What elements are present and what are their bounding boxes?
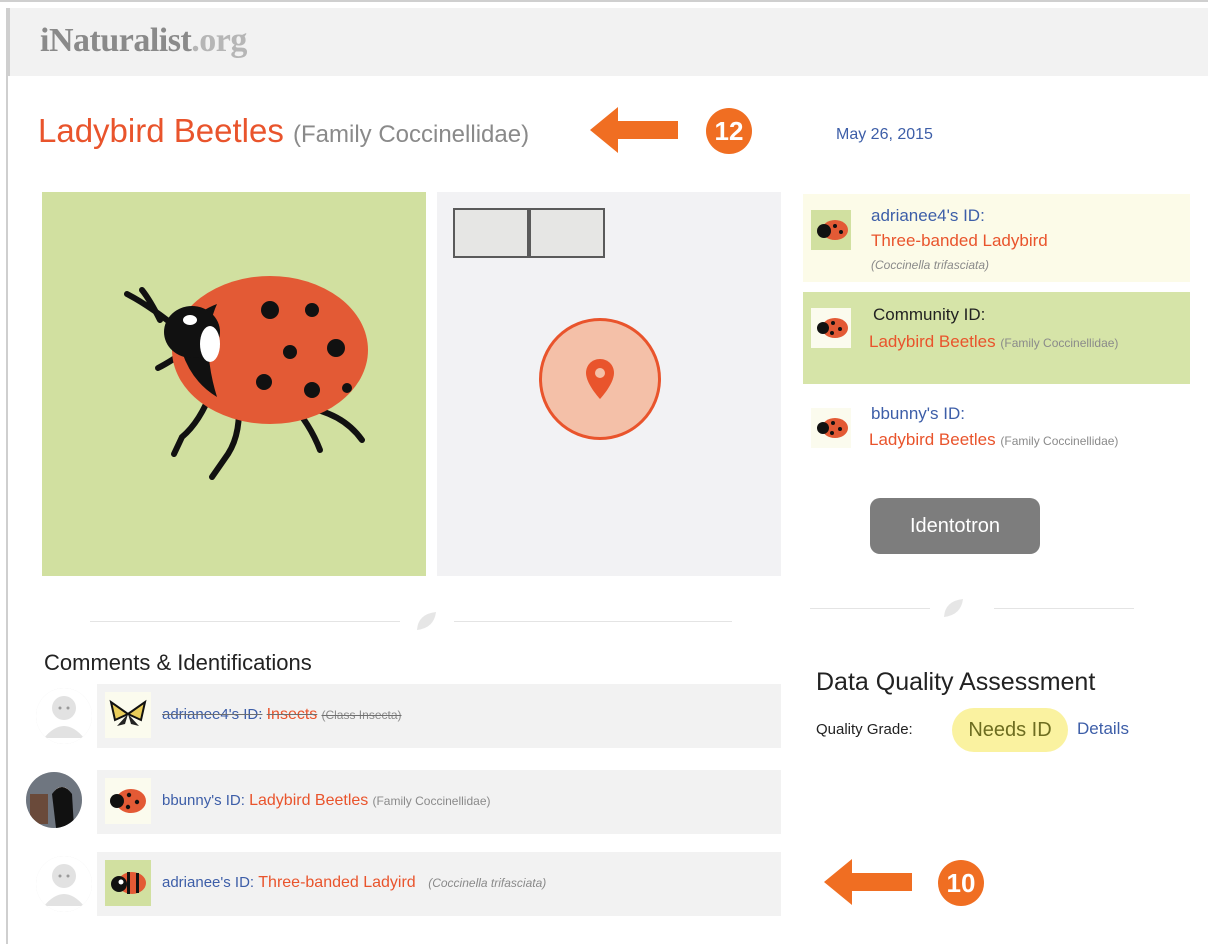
community-id-taxon[interactable]: Ladybird Beetles (Family Coccinellidae) — [869, 332, 1118, 352]
observation-date: May 26, 2015 — [836, 126, 933, 143]
comment-id-text: bbunny's ID: Ladybird Beetles (Family Co… — [162, 792, 490, 810]
section-divider — [90, 621, 400, 622]
callout-arrow-icon — [590, 107, 678, 153]
comment-row[interactable]: adrianee4's ID: Insects (Class Insecta) — [97, 684, 781, 748]
quality-grade-label: Quality Grade: — [816, 721, 913, 738]
comment-row[interactable]: bbunny's ID: Ladybird Beetles (Family Co… — [97, 770, 781, 834]
leaf-divider-icon — [417, 612, 436, 630]
data-quality-heading: Data Quality Assessment — [816, 668, 1096, 696]
section-divider — [994, 608, 1134, 609]
community-id-taxon-name: Ladybird Beetles — [869, 332, 996, 351]
identotron-button[interactable]: Identotron — [870, 498, 1040, 554]
map-layer-toggle-satellite[interactable] — [529, 208, 605, 258]
id-taxon-rank: (Family Coccinellidae) — [1000, 434, 1119, 448]
identification-card-adrianee4[interactable]: adrianee4's ID: Three-banded Ladybird (C… — [803, 194, 1190, 282]
callout-badge-12: 12 — [706, 108, 752, 154]
default-avatar-icon[interactable] — [36, 688, 92, 744]
window-frame-top — [0, 0, 1208, 8]
comment-user[interactable]: adrianee's ID: — [162, 874, 254, 891]
observation-photo[interactable] — [42, 192, 426, 576]
section-divider — [454, 621, 732, 622]
comment-taxon-rank: (Family Coccinellidae) — [372, 794, 491, 808]
ladybug-illustration-icon — [124, 276, 368, 480]
community-id-rank: (Family Coccinellidae) — [1000, 336, 1119, 350]
observation-taxon-rank: (Family Coccinellidae) — [293, 121, 530, 148]
comment-id-text: adrianee's ID: Three-banded Ladyird (Coc… — [162, 874, 546, 892]
user-photo-avatar[interactable] — [26, 772, 82, 828]
comment-taxon[interactable]: Three-banded Ladyird — [258, 874, 415, 891]
observation-taxon-name: Ladybird Beetles — [38, 112, 284, 149]
id-taxon-name[interactable]: Three-banded Ladybird — [871, 231, 1048, 251]
window-frame-left — [6, 8, 8, 944]
comment-taxon-scientific: (Coccinella trifasciata) — [428, 876, 547, 890]
swallowtail-butterfly-icon — [105, 692, 151, 738]
id-user-label[interactable]: adrianee4's ID: — [871, 206, 985, 226]
leaf-divider-icon — [944, 599, 963, 617]
comments-heading: Comments & Identifications — [44, 650, 312, 675]
community-id-card[interactable]: Community ID: Ladybird Beetles (Family C… — [803, 292, 1190, 384]
map-layer-toggle-street[interactable] — [453, 208, 529, 258]
id-taxon[interactable]: Ladybird Beetles (Family Coccinellidae) — [869, 430, 1118, 450]
ladybug-icon — [105, 778, 151, 824]
ladybug-thumbnail-icon — [811, 308, 851, 348]
callout-arrow-icon — [824, 859, 912, 905]
id-scientific-name: (Coccinella trifasciata) — [871, 258, 990, 272]
logo-main-text: iNaturalist — [40, 22, 192, 59]
id-user-label[interactable]: bbunny's ID: — [871, 404, 965, 424]
comment-id-text: adrianee4's ID: Insects (Class Insecta) — [162, 706, 402, 724]
section-divider — [810, 608, 930, 609]
default-avatar-icon[interactable] — [36, 856, 92, 912]
comment-user[interactable]: adrianee4's ID: — [162, 706, 262, 723]
inaturalist-logo[interactable]: iNaturalist.org — [40, 22, 247, 60]
observation-title: Ladybird Beetles (Family Coccinellidae) — [38, 112, 529, 150]
location-accuracy-circle — [539, 318, 661, 440]
comment-taxon[interactable]: Ladybird Beetles — [249, 792, 368, 809]
quality-details-link[interactable]: Details — [1077, 719, 1129, 739]
ladybird-thumbnail-icon — [811, 210, 851, 250]
ladybug-thumbnail-icon — [811, 408, 851, 448]
community-id-label: Community ID: — [873, 305, 986, 324]
observation-map[interactable] — [437, 192, 781, 576]
logo-suffix-text: .org — [191, 22, 247, 59]
comment-taxon-rank: (Class Insecta) — [321, 708, 402, 722]
quality-grade-badge: Needs ID — [952, 708, 1068, 752]
comment-user[interactable]: bbunny's ID: — [162, 792, 245, 809]
three-banded-ladybird-icon — [105, 860, 151, 906]
comment-taxon[interactable]: Insects — [267, 706, 318, 723]
map-pin-icon — [586, 359, 614, 399]
callout-badge-10: 10 — [938, 860, 984, 906]
identification-card-bbunny[interactable]: bbunny's ID: Ladybird Beetles (Family Co… — [803, 396, 1190, 472]
comment-row[interactable]: adrianee's ID: Three-banded Ladyird (Coc… — [97, 852, 781, 916]
id-taxon-name: Ladybird Beetles — [869, 430, 996, 449]
